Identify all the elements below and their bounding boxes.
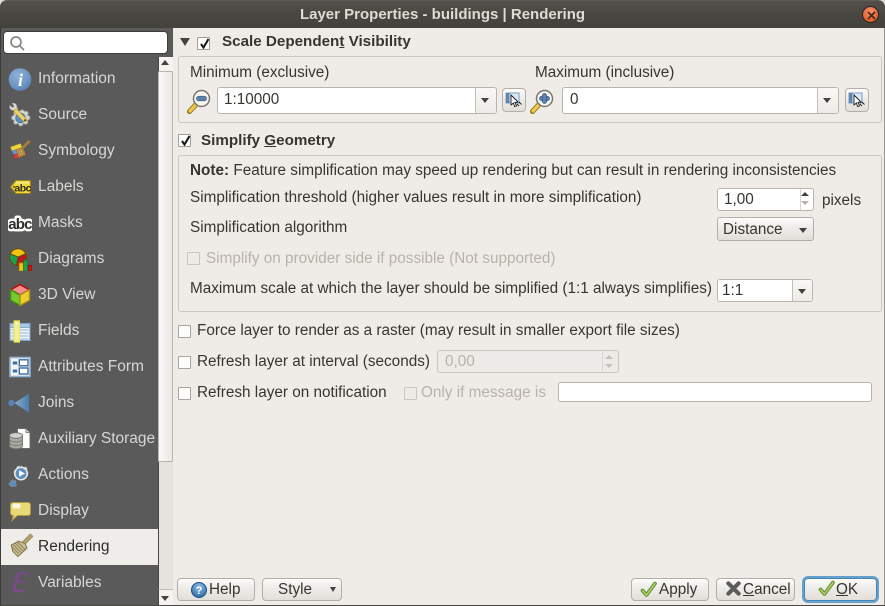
- svg-text:i: i: [18, 70, 23, 90]
- svg-text:abc: abc: [8, 216, 32, 233]
- svg-text:?: ?: [196, 585, 203, 597]
- svg-text:ε: ε: [11, 571, 28, 595]
- svg-text:abc: abc: [14, 182, 31, 194]
